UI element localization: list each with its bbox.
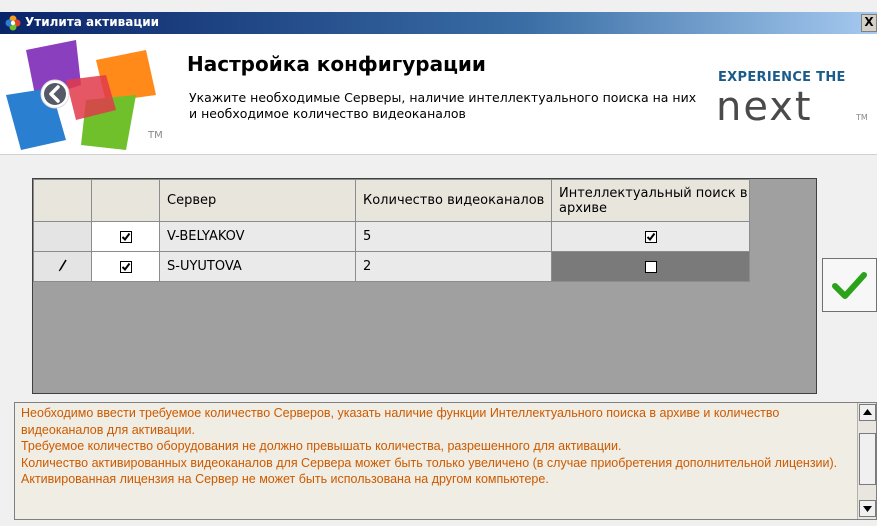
select-checkbox[interactable] [119,260,132,273]
activation-utility-window: Утилита активации X TM Настройка конфигу… [0,0,877,526]
app-flower-icon [5,15,21,31]
title-bar[interactable]: Утилита активации X [0,12,877,34]
scroll-up-arrow-icon [863,409,872,415]
column-header-intelligent-search[interactable]: Интеллектуальный поиск в архиве [551,179,750,222]
brand-next-logo: next TM [716,84,868,126]
table-row[interactable]: V-BELYAKOV 5 [33,221,750,252]
channels-count-cell[interactable]: 2 [355,251,552,282]
column-header-select [91,179,160,222]
checkmark-icon [832,272,867,299]
info-textbox[interactable]: Необходимо ввести требуемое количество С… [14,402,877,520]
logo-trademark: TM [148,130,163,141]
server-name-cell[interactable]: V-BELYAKOV [159,221,356,252]
column-header-server[interactable]: Сервер [159,179,356,222]
scroll-down-button[interactable] [859,500,876,517]
check-mark-icon [121,262,130,271]
brand-trademark: TM [855,113,868,122]
scroll-thumb[interactable] [859,433,876,485]
scroll-down-arrow-icon [863,506,872,512]
info-scrollbar[interactable] [857,403,876,519]
check-mark-icon [646,232,655,241]
column-header-channels[interactable]: Количество видеоканалов [355,179,552,222]
column-header-row-marker [33,179,92,222]
select-checkbox-cell[interactable] [91,221,160,252]
scroll-up-button[interactable] [859,404,876,421]
grid-header-row: Сервер Количество видеоканалов Интеллект… [33,179,750,222]
servers-grid-frame: Сервер Количество видеоканалов Интеллект… [32,178,817,394]
channels-count-cell[interactable]: 5 [355,221,552,252]
select-checkbox[interactable] [119,230,132,243]
server-name-cell[interactable]: S-UYUTOVA [159,251,356,282]
intelligent-search-checkbox[interactable] [644,260,657,273]
servers-grid: Сервер Количество видеоканалов Интеллект… [33,179,750,282]
row-marker-cell[interactable] [33,251,92,282]
select-checkbox-cell[interactable] [91,251,160,282]
check-mark-icon [121,232,130,241]
table-row[interactable]: S-UYUTOVA 2 [33,251,750,282]
brand-word: next [716,84,813,126]
intelligent-search-cell[interactable] [551,221,750,252]
window-title: Утилита активации [25,15,160,29]
page-title: Настройка конфигурации [187,52,486,76]
info-text: Необходимо ввести требуемое количество С… [21,406,838,486]
pencil-icon [58,259,67,271]
intelligent-search-cell[interactable] [551,251,750,282]
close-button[interactable]: X [861,14,877,32]
row-marker-cell[interactable] [33,221,92,252]
intelligent-search-checkbox[interactable] [644,230,657,243]
header-panel: TM Настройка конфигурации Укажите необхо… [0,34,877,155]
confirm-button[interactable] [822,258,877,312]
page-subtitle: Укажите необходимые Серверы, наличие инт… [189,90,697,121]
back-arrow-icon[interactable] [40,79,70,109]
